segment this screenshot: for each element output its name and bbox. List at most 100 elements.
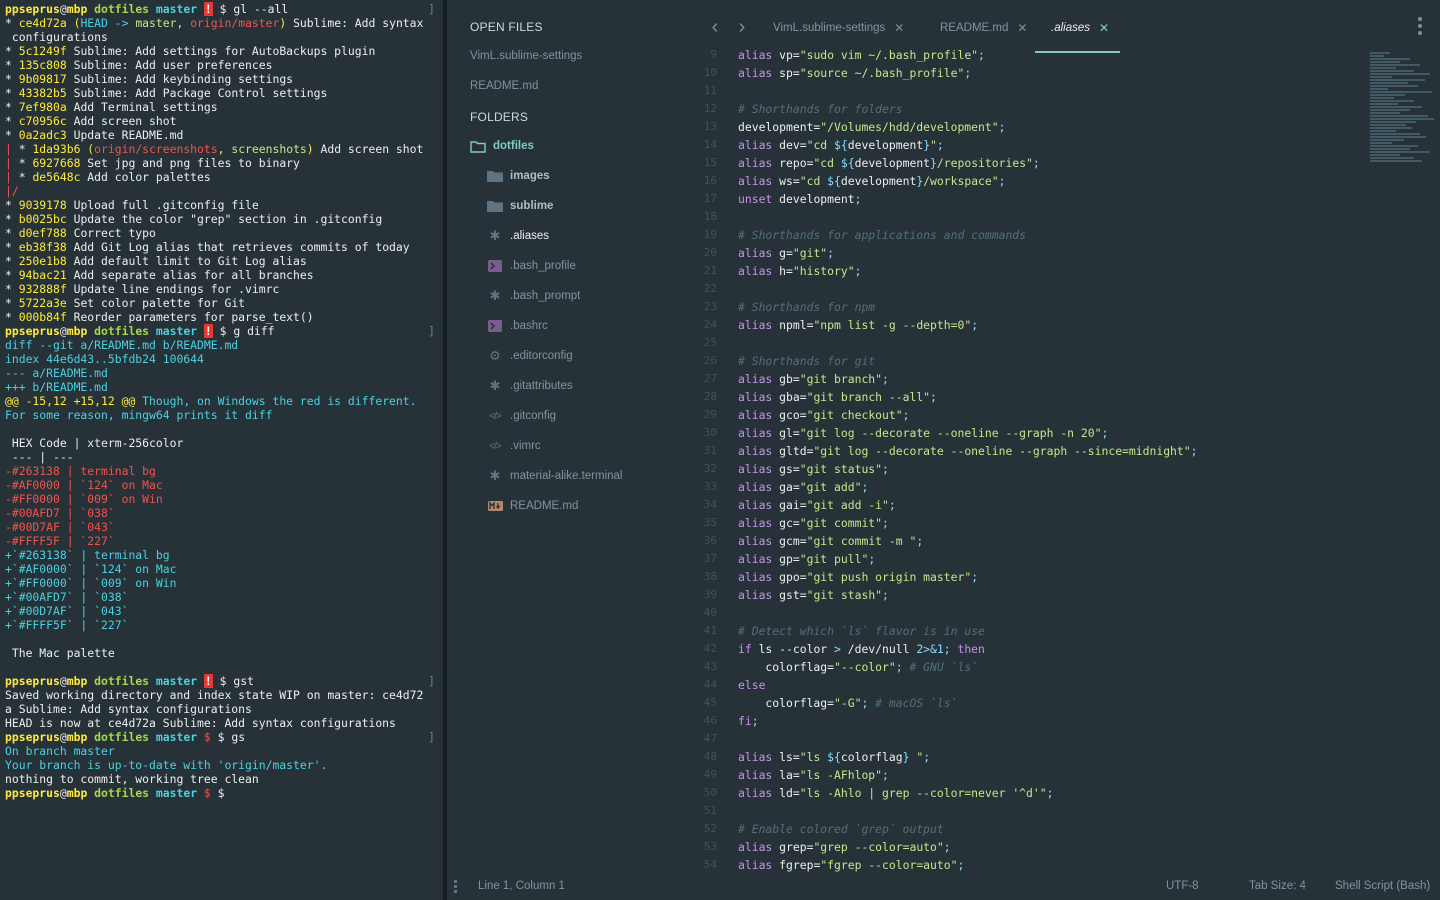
terminal-line: * c70956c Add screen shot	[5, 114, 443, 128]
code-area[interactable]: 9 alias vp="sudo vim ~/.bash_profile"; 10 a…	[702, 46, 1440, 872]
tree-file[interactable]: ✱ .bash_prompt	[486, 286, 581, 306]
close-icon[interactable]: ✕	[894, 21, 904, 35]
line-number: 27	[703, 372, 717, 385]
tree-file[interactable]: ✱ .aliases	[486, 226, 549, 246]
code-token: # Shorthands for applications and comman…	[738, 228, 1027, 242]
terminal-text: *	[5, 226, 19, 240]
tab-viml-settings[interactable]: VimL.sublime-settings ✕	[773, 18, 904, 38]
tree-file[interactable]: ✱ material-alike.terminal	[486, 466, 623, 486]
tree-file[interactable]: </> .vimrc	[486, 436, 540, 456]
code-token: gp=	[779, 552, 800, 566]
line-number: 43	[703, 660, 717, 673]
code-token: fi	[738, 714, 752, 728]
terminal-text: *	[5, 212, 19, 226]
tree-item-label: .bashrc	[510, 320, 548, 332]
code-token: development	[840, 174, 917, 188]
code-token: colorflag	[840, 750, 903, 764]
code-token: "	[909, 750, 924, 764]
code-token: alias	[738, 534, 780, 548]
syntax-indicator[interactable]: Shell Script (Bash)	[1335, 880, 1430, 892]
tree-file[interactable]: </> .gitconfig	[486, 406, 556, 426]
code-token: unset	[738, 192, 780, 206]
line-number: 49	[703, 768, 717, 781]
code-token: vp=	[779, 48, 800, 62]
folder-dotfiles[interactable]: dotfiles	[469, 136, 534, 156]
code-line: 38 alias gpo="git push origin master";	[702, 568, 1440, 586]
terminal-line: +++ b/README.md	[5, 380, 443, 394]
minimap-line	[1370, 67, 1396, 69]
sidebar-toggle-icon[interactable]	[454, 880, 458, 895]
code-token: ;	[888, 498, 896, 512]
chevron-left-icon[interactable]: ‹	[708, 16, 722, 38]
encoding-indicator[interactable]: UTF-8	[1166, 880, 1199, 892]
terminal-pane[interactable]: ppseprus@mbp dotfiles master ! $ gl --al…	[0, 0, 443, 900]
tab-aliases[interactable]: .aliases ✕	[1051, 18, 1109, 38]
terminal-text: screenshots	[231, 142, 307, 156]
terminal-text: HEAD is now at ce4d72a Sublime: Add synt…	[5, 716, 396, 730]
code-token: alias	[738, 264, 780, 278]
tree-item-label: .aliases	[510, 230, 549, 242]
tree-file[interactable]: .bash_profile	[486, 256, 576, 276]
code-line: 39 alias gst="git stash";	[702, 586, 1440, 604]
line-number: 51	[703, 804, 717, 817]
code-line: 33 alias ga="git add";	[702, 478, 1440, 496]
markdown-icon	[486, 499, 504, 513]
code-token: ;	[895, 660, 910, 674]
code-text: alias ld="ls -Ahlo | grep --color=never …	[738, 784, 1053, 802]
minimap-line	[1370, 106, 1422, 108]
editor-pane: ‹ › VimL.sublime-settings ✕ README.md ✕ …	[702, 0, 1440, 872]
code-text: alias g="git";	[738, 244, 834, 262]
tree-file[interactable]: ⚙ .editorconfig	[486, 346, 572, 366]
terminal-text: *	[18, 170, 33, 184]
chevron-right-icon[interactable]: ›	[735, 16, 749, 38]
terminal-text: For some reason, mingw64 prints it diff	[5, 408, 273, 422]
sidebar: OPEN FILES VimL.sublime-settings README.…	[447, 0, 702, 872]
tree-folder[interactable]: sublime	[486, 196, 553, 216]
minimap-line	[1370, 160, 1422, 162]
folder-icon	[486, 199, 504, 213]
terminal-text: master	[155, 324, 198, 338]
close-icon[interactable]: ✕	[1099, 21, 1109, 35]
code-token: ;	[827, 246, 835, 260]
code-text: alias gcm="git commit -m ";	[738, 532, 923, 550]
code-line: 44 else	[702, 676, 1440, 694]
tab-size-indicator[interactable]: Tab Size: 4	[1249, 880, 1306, 892]
code-token: ld=	[779, 786, 800, 800]
tab-readme[interactable]: README.md ✕	[940, 18, 1027, 38]
terminal-line: -#00AFD7 | `038`	[5, 506, 443, 520]
terminal-text: Sublime: Add syntax	[286, 16, 424, 30]
terminal-text: $	[210, 786, 225, 800]
minimap-line	[1370, 136, 1426, 138]
terminal-line: ppseprus@mbp dotfiles master ! $ gst]	[5, 674, 443, 688]
terminal-text: dotfiles	[94, 2, 150, 16]
open-file-readme[interactable]: README.md	[470, 80, 538, 92]
code-line: 30 alias gl="git log --decorate --oneline…	[702, 424, 1440, 442]
close-icon[interactable]: ✕	[1017, 21, 1027, 35]
tree-file[interactable]: .bashrc	[486, 316, 548, 336]
code-token: "ls	[799, 750, 828, 764]
terminal-text: *	[18, 156, 33, 170]
tree-file[interactable]: ✱ .gitattributes	[486, 376, 573, 396]
minimap-line	[1370, 94, 1405, 96]
open-file-viml-settings[interactable]: VimL.sublime-settings	[470, 50, 582, 62]
code-text: unset development;	[738, 190, 861, 208]
terminal-line: a Sublime: Add syntax configurations	[5, 702, 443, 716]
more-options-icon[interactable]	[1416, 17, 1424, 37]
tree-file[interactable]: README.md	[486, 496, 578, 516]
terminal-text: Saved working directory and index state …	[5, 688, 424, 702]
line-number: 35	[703, 516, 717, 529]
tree-folder[interactable]: images	[486, 166, 550, 186]
code-line: 29 alias gco="git checkout";	[702, 406, 1440, 424]
minimap[interactable]	[1370, 52, 1434, 227]
terminal-text: 7ef980a	[18, 100, 67, 114]
terminal-text: eb38f38	[18, 240, 67, 254]
code-token: ga=	[779, 480, 800, 494]
code-token: "git status"	[799, 462, 883, 476]
code-icon: </>	[489, 440, 502, 452]
terminal-text: The Mac palette	[5, 646, 115, 660]
code-token: "-G"	[834, 696, 862, 710]
code-text: alias grep="grep --color=auto";	[738, 838, 951, 856]
